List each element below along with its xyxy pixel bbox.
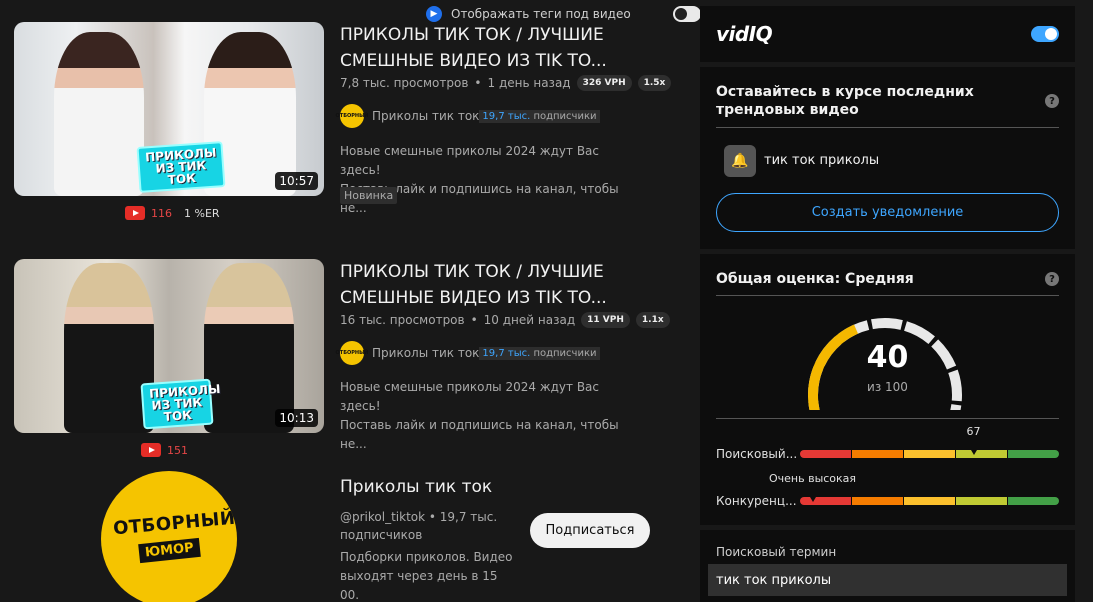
video-age: 10 дней назад <box>483 313 576 327</box>
vidiq-trend-section: Оставайтесь в курсе последних трендовых … <box>700 67 1075 249</box>
video-description: Новые смешные приколы 2024 ждут Вас здес… <box>340 378 630 454</box>
channel-avatar[interactable]: ОТБОРНЫЙ <box>336 341 368 365</box>
bar-segment <box>1007 497 1059 505</box>
score-max: из 100 <box>867 380 908 394</box>
vidiq-header: vidIQ <box>700 6 1075 62</box>
subscribers-tag: 19,7 тыс. подписчики <box>479 346 600 360</box>
channel-name[interactable]: Приколы тик ток <box>372 346 479 360</box>
thumbnail-person <box>204 263 294 433</box>
video-title[interactable]: ПРИКОЛЫ ТИК ТОК / ЛУЧШИЕ СМЕШНЫЕ ВИДЕО И… <box>340 259 640 311</box>
video-stats: 151 <box>141 443 188 457</box>
avatar-text: ЮМОР <box>138 537 201 564</box>
vidiq-score-section: Общая оценка: Средняя ? 40 из 100 67 Пои… <box>700 254 1075 525</box>
video-thumbnail[interactable]: ПРИКОЛЫ ИЗ ТИК ТОК 10:13 <box>14 259 324 433</box>
search-volume-marker <box>970 450 977 455</box>
score-value: 40 <box>866 340 909 375</box>
divider <box>716 418 1059 419</box>
thumbnail-badge: ПРИКОЛЫ ИЗ ТИК ТОК <box>136 141 226 193</box>
vidiq-tag-icon: ▶ <box>426 6 442 22</box>
channel-card-name[interactable]: Приколы тик ток <box>340 477 492 497</box>
channel-name[interactable]: Приколы тик ток <box>372 109 479 123</box>
bell-icon: 🔔 <box>724 145 756 177</box>
competition-bar <box>800 497 1059 505</box>
channel-avatar[interactable]: ОТБОРНЫЙ <box>336 104 368 128</box>
video-er: 1 %ER <box>184 206 220 220</box>
vidiq-logo: vidIQ <box>716 22 773 46</box>
bar-segment <box>800 450 851 458</box>
multiplier-badge: 1.5x <box>637 75 672 91</box>
divider <box>716 127 1059 128</box>
bar-segment <box>903 497 955 505</box>
score-heading: Общая оценка: Средняя <box>716 271 914 287</box>
youtube-icon <box>141 443 161 457</box>
new-badge: Новинка <box>340 187 398 204</box>
bar-segment <box>1007 450 1059 458</box>
thumbnail-person <box>54 32 144 196</box>
video-duration: 10:13 <box>275 409 318 427</box>
trend-heading: Оставайтесь в курсе последних трендовых … <box>716 84 974 118</box>
competition-marker <box>809 497 816 502</box>
video-meta: 16 тыс. просмотров • 10 дней назад 11 VP… <box>340 312 670 328</box>
video-title[interactable]: ПРИКОЛЫ ТИК ТОК / ЛУЧШИЕ СМЕШНЫЕ ВИДЕО И… <box>340 22 640 74</box>
help-icon[interactable]: ? <box>1045 272 1059 286</box>
video-thumbnail[interactable]: ПРИКОЛЫ ИЗ ТИК ТОК 10:57 <box>14 22 324 196</box>
description-line: Новые смешные приколы 2024 ждут Вас здес… <box>340 144 600 177</box>
description-line: Поставь лайк и подпишись на канал, чтобы… <box>340 418 619 451</box>
vph-badge: 11 VPH <box>581 312 630 328</box>
video-duration: 10:57 <box>275 172 318 190</box>
competition-value: Очень высокая <box>769 472 857 485</box>
youtube-icon <box>125 206 145 220</box>
video-age: 1 день назад <box>487 76 571 90</box>
subscribers-tag: 19,7 тыс. подписчики <box>479 109 600 123</box>
video-channel[interactable]: ОТБОРНЫЙ Приколы тик ток 19,7 тыс. подпи… <box>336 104 600 128</box>
thumbnail-badge: ПРИКОЛЫ ИЗ ТИК ТОК <box>140 378 221 430</box>
search-volume-bar <box>800 450 1059 458</box>
show-tags-label: Отображать теги под видео <box>451 7 631 21</box>
divider <box>716 295 1059 296</box>
trend-keyword: тик ток приколы <box>764 153 880 168</box>
subscribers-count: 19,7 тыс. <box>482 347 531 359</box>
channel-card-description: Подборки приколов. Видео выходят через д… <box>340 550 513 602</box>
video-channel[interactable]: ОТБОРНЫЙ Приколы тик ток 19,7 тыс. подпи… <box>336 341 600 365</box>
competition-label: Конкуренц... <box>716 494 797 508</box>
multiplier-badge: 1.1x <box>635 312 670 328</box>
show-tags-toggle[interactable] <box>672 6 701 22</box>
bar-segment <box>955 497 1007 505</box>
bar-segment <box>851 497 903 505</box>
show-tags-toggle-row: ▶ Отображать теги под видео <box>426 5 701 23</box>
video-views: 7,8 тыс. просмотров <box>340 76 469 90</box>
subscribers-count: 19,7 тыс. <box>482 110 531 122</box>
bar-segment <box>851 450 903 458</box>
description-line: Новые смешные приколы 2024 ждут Вас здес… <box>340 380 600 413</box>
avatar-text: ОТБОРНЫЙ <box>112 507 237 540</box>
create-alert-button[interactable]: Создать уведомление <box>716 193 1059 232</box>
bar-segment <box>800 497 851 505</box>
vph-badge: 326 VPH <box>576 75 632 91</box>
vidiq-enable-toggle[interactable] <box>1031 26 1059 42</box>
channel-card-handle: @prikol_tiktok • 19,7 тыс. подписчиков <box>340 510 498 542</box>
search-term-label: Поисковый термин <box>716 545 837 559</box>
subscribe-button[interactable]: Подписаться <box>530 513 650 548</box>
video-likes: 151 <box>167 443 188 457</box>
bar-segment <box>903 450 955 458</box>
video-stats: 116 1 %ER <box>125 206 220 220</box>
subscribers-word: подписчики <box>533 347 597 359</box>
search-volume-label: Поисковый... <box>716 447 798 461</box>
bar-segment <box>955 450 1007 458</box>
thumbnail-person <box>64 263 154 433</box>
video-likes: 116 <box>151 206 172 220</box>
vidiq-search-term-section: Поисковый термин тик ток приколы <box>700 530 1075 602</box>
video-meta: 7,8 тыс. просмотров • 1 день назад 326 V… <box>340 75 672 91</box>
help-icon[interactable]: ? <box>1045 94 1059 108</box>
subscribers-word: подписчики <box>533 110 597 122</box>
search-term-field[interactable]: тик ток приколы <box>708 564 1067 596</box>
search-volume-value: 67 <box>966 425 981 438</box>
channel-avatar-large[interactable]: ОТБОРНЫЙ ЮМОР <box>101 471 237 602</box>
video-views: 16 тыс. просмотров <box>340 313 465 327</box>
video-description: Новые смешные приколы 2024 ждут Вас здес… <box>340 142 630 218</box>
